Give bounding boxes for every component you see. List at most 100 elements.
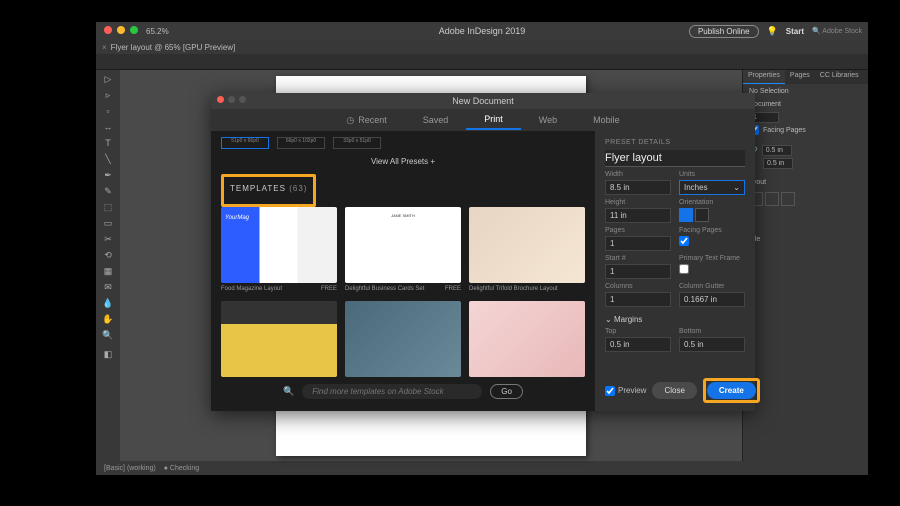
status-checking[interactable]: ● Checking <box>164 465 199 472</box>
width-input[interactable] <box>605 180 671 195</box>
file-label: File <box>749 236 862 243</box>
gutter-input[interactable] <box>679 292 745 307</box>
status-basic[interactable]: [Basic] (working) <box>104 465 156 472</box>
view-all-presets[interactable]: View All Presets + <box>221 157 585 166</box>
pen-tool[interactable]: ✒ <box>98 168 118 182</box>
maximize-icon[interactable] <box>130 26 138 34</box>
preset-details-panel: PRESET DETAILS Width Units Inches ⌄ Heig… <box>595 131 755 411</box>
template-price: FREE <box>445 286 461 292</box>
tab-print[interactable]: Print <box>466 110 521 130</box>
properties-tab[interactable]: Properties <box>743 70 785 84</box>
portrait-button[interactable] <box>679 208 693 222</box>
preview-toggle[interactable]: Preview <box>605 386 646 396</box>
template-card[interactable]: Delightful Trifold Brochure Layout <box>469 207 585 293</box>
pencil-tool[interactable]: ✎ <box>98 184 118 198</box>
dialog-close-icon[interactable] <box>217 96 224 103</box>
margin-input-2[interactable] <box>763 158 793 169</box>
type-tool[interactable]: T <box>98 136 118 150</box>
pages-label: Pages <box>605 227 671 234</box>
template-card[interactable] <box>469 301 585 378</box>
blank-preset[interactable]: 51p0 x 66p0 <box>221 137 269 149</box>
control-bar <box>96 54 868 70</box>
tab-web[interactable]: Web <box>521 111 575 129</box>
start-input[interactable] <box>605 264 671 279</box>
free-transform-tool[interactable]: ⟲ <box>98 248 118 262</box>
grid-icon[interactable] <box>781 192 795 206</box>
facing-pages-checkbox[interactable] <box>679 236 689 246</box>
fill-stroke[interactable]: ◧ <box>98 344 118 364</box>
no-selection-label: No Selection <box>749 88 862 95</box>
tools-panel: ▷ ▹ ▫ ↔ T ╲ ✒ ✎ ⬚ ▭ ✂ ⟲ ▦ ✉ 💧 ✋ 🔍 ◧ <box>96 70 120 461</box>
tab-saved[interactable]: Saved <box>405 111 467 129</box>
document-name-input[interactable] <box>605 150 745 167</box>
template-price: FREE <box>321 286 337 292</box>
bottom-label: Bottom <box>679 328 745 335</box>
close-button[interactable]: Close <box>652 382 696 399</box>
orientation-label: Orientation <box>679 199 745 206</box>
right-panels: Properties Pages CC Libraries No Selecti… <box>742 70 868 461</box>
template-card[interactable]: Delightful Business Cards Set FREE <box>345 207 461 293</box>
width-label: Width <box>605 171 671 178</box>
bottom-margin-input[interactable] <box>679 337 745 352</box>
status-bar: [Basic] (working) ● Checking <box>96 461 868 475</box>
top-margin-input[interactable] <box>605 337 671 352</box>
zoom-level[interactable]: 65.2% <box>146 27 169 36</box>
dialog-max-icon <box>239 96 246 103</box>
cc-libraries-tab[interactable]: CC Libraries <box>815 70 864 84</box>
blank-preset[interactable]: 33p0 x 51p0 <box>333 137 381 149</box>
template-name: Delightful Trifold Brochure Layout <box>469 286 558 292</box>
eyedropper-tool[interactable]: 💧 <box>98 296 118 310</box>
template-search-input[interactable] <box>302 384 482 399</box>
close-tab-icon[interactable]: × <box>102 43 107 52</box>
stock-search[interactable]: 🔍 Adobe Stock <box>812 27 862 35</box>
margin-input[interactable] <box>762 145 792 156</box>
scissors-tool[interactable]: ✂ <box>98 232 118 246</box>
preview-checkbox[interactable] <box>605 386 615 396</box>
minimize-icon[interactable] <box>117 26 125 34</box>
publish-online-button[interactable]: Publish Online <box>689 25 759 38</box>
line-tool[interactable]: ╲ <box>98 152 118 166</box>
template-card[interactable]: Food Magazine LayoutFREE <box>221 207 337 293</box>
titlebar: 65.2% Adobe InDesign 2019 Publish Online… <box>96 22 868 40</box>
tab-mobile[interactable]: Mobile <box>575 111 638 129</box>
note-tool[interactable]: ✉ <box>98 280 118 294</box>
layout-label: ayout <box>749 179 862 186</box>
gradient-tool[interactable]: ▦ <box>98 264 118 278</box>
page-tool[interactable]: ▫ <box>98 104 118 118</box>
columns-input[interactable] <box>605 292 671 307</box>
tab-recent[interactable]: ◷Recent <box>328 111 404 130</box>
units-select[interactable]: Inches ⌄ <box>679 180 745 195</box>
hand-tool[interactable]: ✋ <box>98 312 118 326</box>
templates-highlight: TEMPLATES (63) <box>221 174 316 207</box>
pages-input[interactable] <box>605 236 671 251</box>
start-menu[interactable]: Start <box>786 27 804 36</box>
close-icon[interactable] <box>104 26 112 34</box>
go-button[interactable]: Go <box>490 384 523 399</box>
zoom-tool[interactable]: 🔍 <box>98 328 118 342</box>
height-label: Height <box>605 199 671 206</box>
templates-area: 51p0 x 66p0 66p0 x 102p0 33p0 x 51p0 Vie… <box>211 131 595 411</box>
landscape-button[interactable] <box>695 208 709 222</box>
document-tab[interactable]: Flyer layout @ 65% [GPU Preview] <box>111 43 236 52</box>
grid-icon[interactable] <box>765 192 779 206</box>
rectangle-tool[interactable]: ▭ <box>98 216 118 230</box>
blank-preset[interactable]: 66p0 x 102p0 <box>277 137 325 149</box>
margins-section[interactable]: ⌄ Margins <box>605 315 745 324</box>
template-card[interactable] <box>221 301 337 378</box>
gap-tool[interactable]: ↔ <box>98 120 118 134</box>
create-button[interactable]: Create <box>707 382 756 399</box>
dialog-title: New Document <box>211 93 755 109</box>
template-thumbnail <box>221 207 337 283</box>
height-input[interactable] <box>605 208 671 223</box>
direct-selection-tool[interactable]: ▹ <box>98 88 118 102</box>
primary-text-frame-checkbox[interactable] <box>679 264 689 274</box>
top-label: Top <box>605 328 671 335</box>
selection-tool[interactable]: ▷ <box>98 72 118 86</box>
template-name: Delightful Business Cards Set <box>345 286 424 292</box>
rectangle-frame-tool[interactable]: ⬚ <box>98 200 118 214</box>
lightbulb-icon[interactable]: 💡 <box>767 26 778 37</box>
category-tabs: ◷Recent Saved Print Web Mobile <box>211 109 755 131</box>
template-card[interactable] <box>345 301 461 378</box>
pages-tab[interactable]: Pages <box>785 70 815 84</box>
dialog-min-icon <box>228 96 235 103</box>
